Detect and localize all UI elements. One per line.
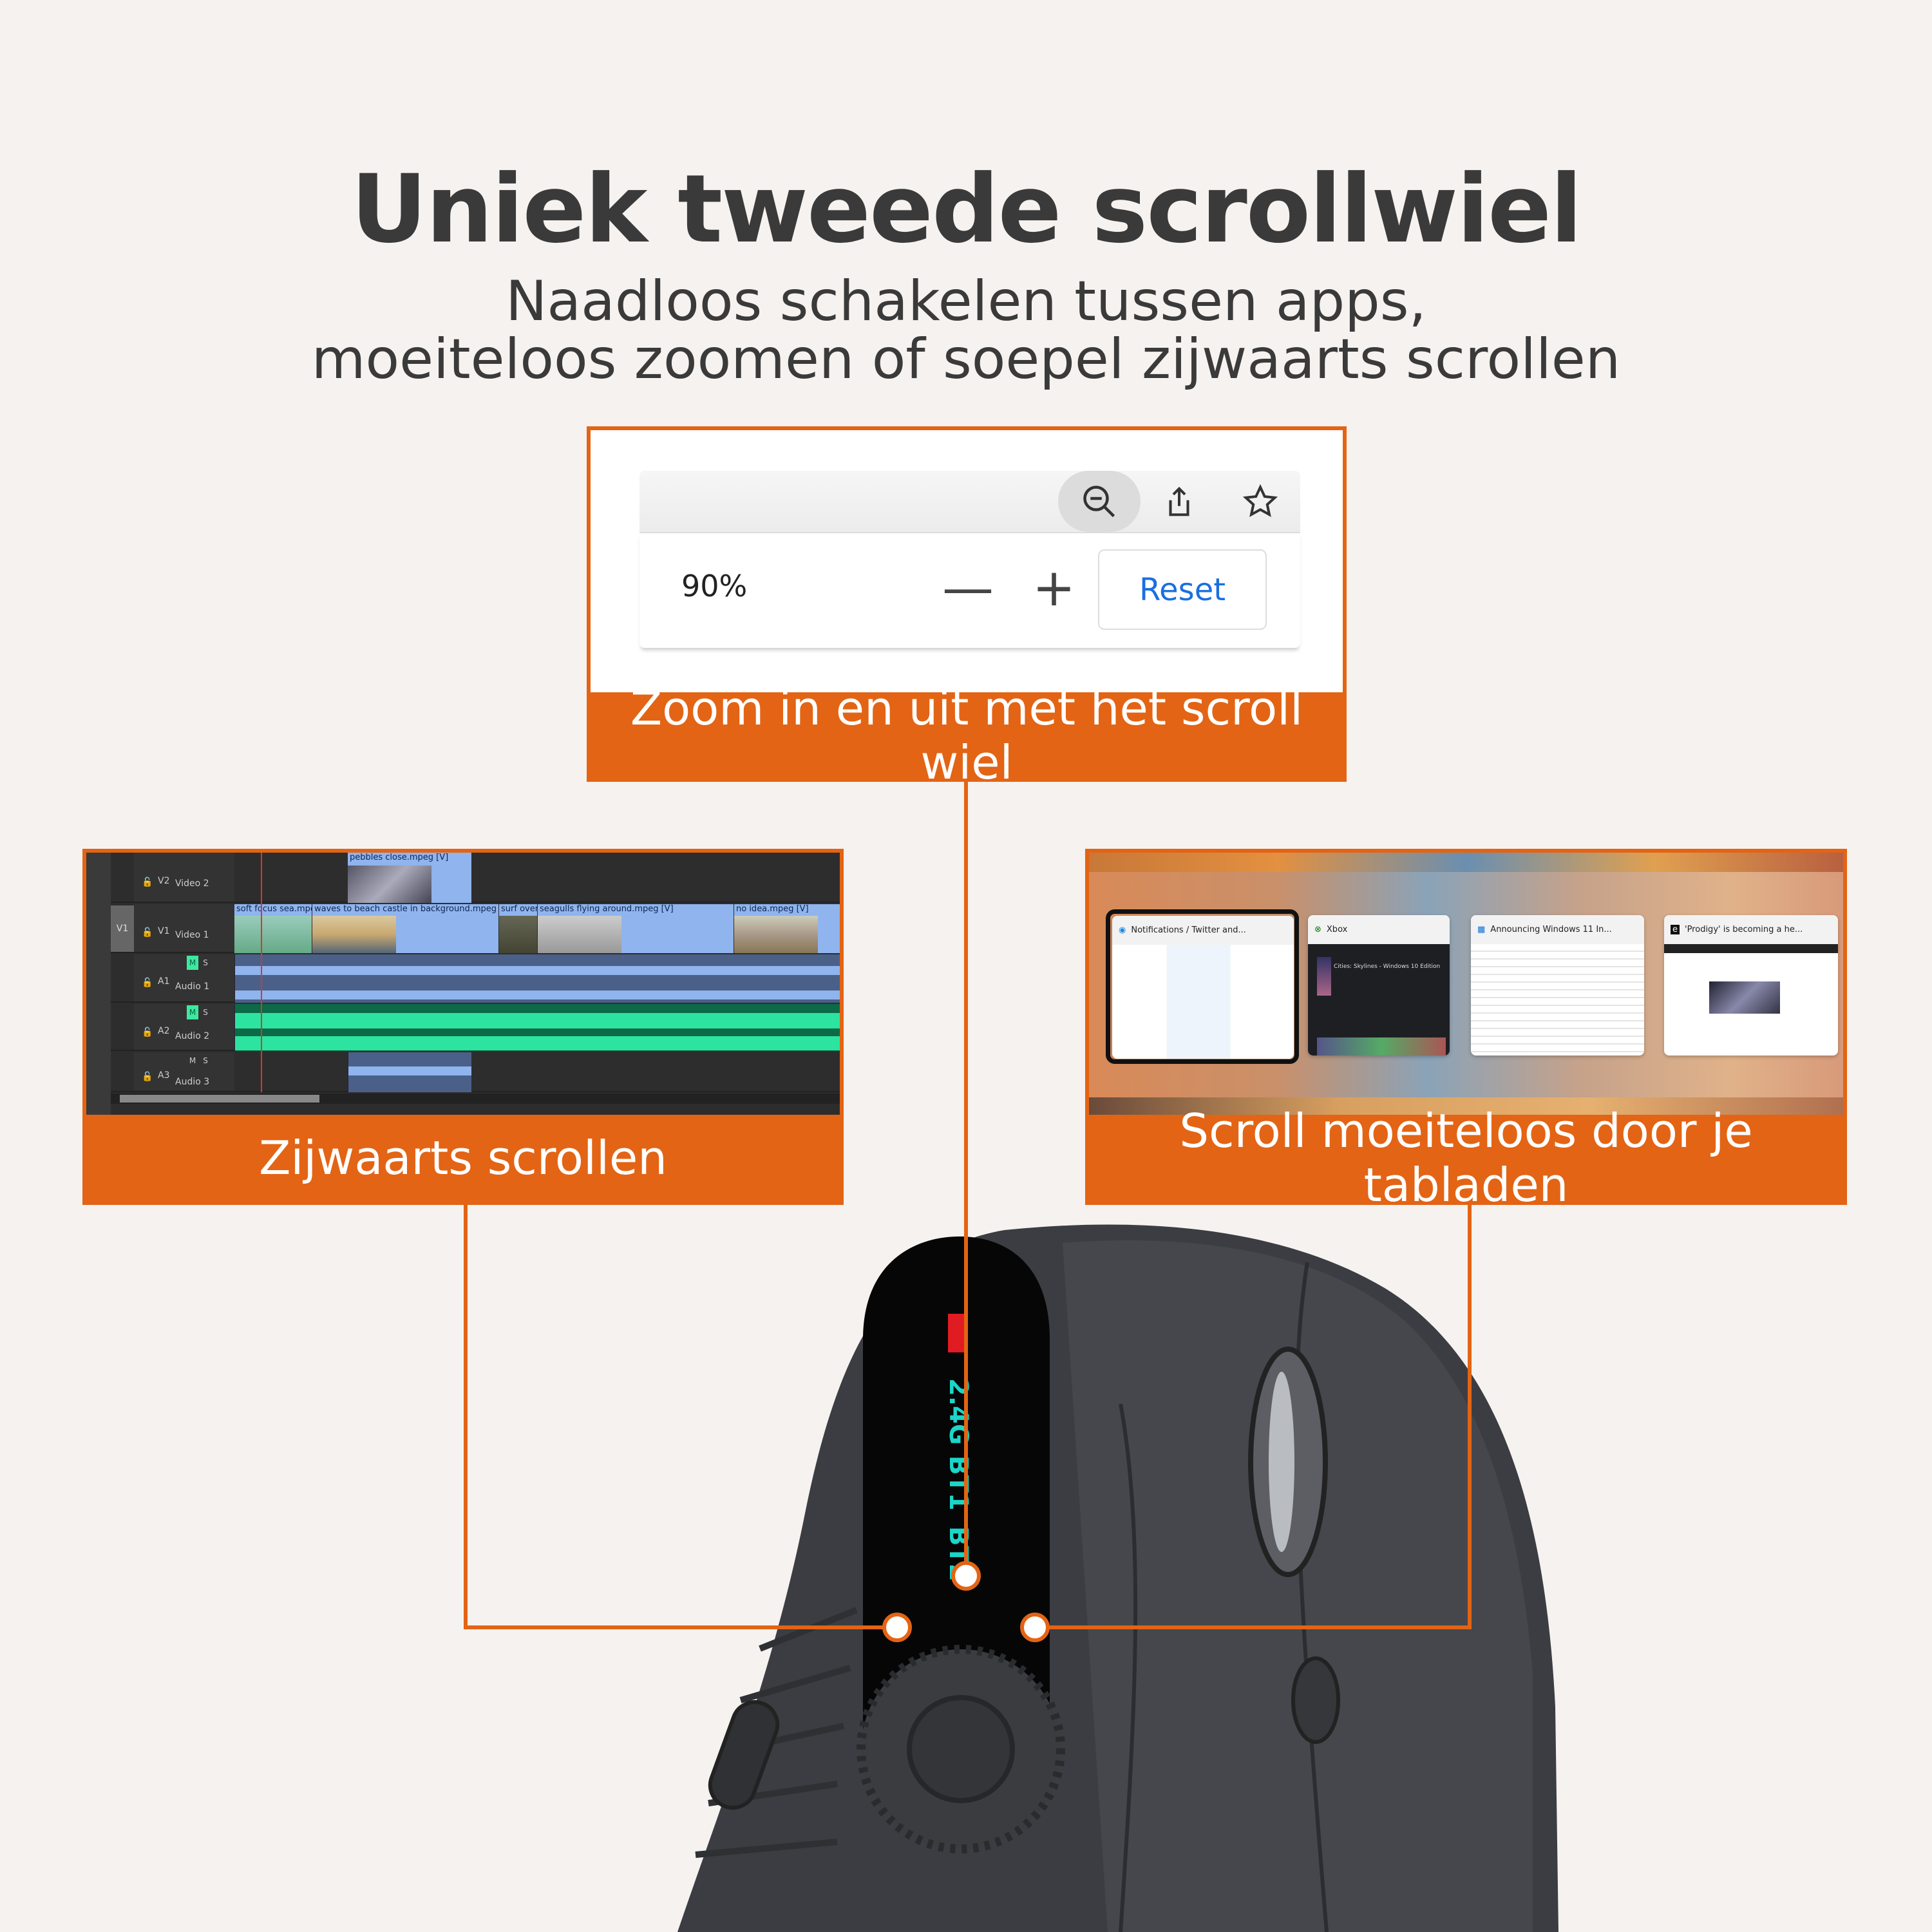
zoom-plus-button[interactable]: + [1032,553,1075,623]
tabs-caption: Scroll moeiteloos door je tabladen [1179,1104,1753,1212]
lock-icon[interactable]: 🔓 [142,877,153,887]
mute-button[interactable]: M [187,1054,198,1068]
lock-icon[interactable]: 🔓 [142,927,153,938]
audio-clip-a2[interactable] [234,1004,840,1051]
dpi-button [1291,1656,1340,1744]
solo-button[interactable]: S [200,956,211,970]
zoom-connector-dot [951,1561,981,1591]
zoom-level: 90% [681,569,748,603]
audio-clip-a3[interactable] [348,1052,471,1092]
tab-card-twitter[interactable]: ◉ Notifications / Twitter and... [1112,916,1294,1059]
clip-seagulls[interactable]: seagulls flying around.mpeg [V] [538,904,734,953]
tab-card-windows[interactable]: ▦ Announcing Windows 11 In... [1471,915,1644,1056]
edge-icon: ◉ [1119,925,1126,935]
indicator-bt1: BT1 [943,1455,973,1511]
tabs-connector-dot [1020,1613,1050,1642]
clip-soft-focus[interactable]: soft focus sea.mpe [234,904,312,953]
clip-no-idea[interactable]: no idea.mpeg [V] [734,904,840,953]
track-v2: 🔓 V2 Video 2 [111,853,840,903]
playhead[interactable] [261,853,262,1092]
reset-button[interactable]: Reset [1098,549,1267,630]
tab-switcher-panel: ◉ Notifications / Twitter and... ⊗ Xbox Ci… [1085,849,1847,1212]
timeline[interactable]: V1 🔓 V2 Video 2 🔓 V1 Video 1 M S 🔓 A1 Audio 1 MS… [86,853,840,1115]
star-icon[interactable] [1229,471,1291,532]
zoom-feature-panel: 90% — + Reset Zoom in en uit met het scr… [587,426,1347,790]
tab-card-engadget[interactable]: e 'Prodigy' is becoming a he... [1664,915,1838,1056]
audio-clip-a1[interactable] [234,954,840,1003]
editor-caption: Zijwaarts scrollen [259,1131,667,1185]
horizontal-scrollbar[interactable] [111,1094,840,1104]
zoom-minus-button[interactable]: — [942,553,994,623]
tab-card-xbox[interactable]: ⊗ Xbox Cities: Skylines - Windows 10 Edit… [1308,915,1450,1056]
solo-button[interactable]: S [200,1005,211,1019]
zoom-caption: Zoom in en uit met het scroll wiel [630,681,1303,790]
scrollbar-thumb[interactable] [120,1095,319,1103]
zoom-out-icon[interactable] [1058,471,1141,532]
mute-button[interactable]: M [187,956,198,970]
share-icon[interactable] [1148,471,1209,532]
clip-surf-over[interactable]: surf over [499,904,537,953]
clip-pebbles[interactable]: pebbles close.mpeg [V] [348,853,471,903]
xbox-icon: ⊗ [1314,925,1321,934]
zoom-popup: 90% — + Reset [639,532,1300,648]
browser-toolbar [639,471,1300,532]
video-editor-panel: V1 🔓 V2 Video 2 🔓 V1 Video 1 M S 🔓 A1 Audio 1 MS… [82,849,844,1205]
indicator-2.4g: 2.4G [943,1378,973,1445]
battery-icon [948,1314,966,1352]
windows-icon: ▦ [1477,925,1486,934]
mute-button[interactable]: M [187,1005,198,1019]
tab-switcher: ◉ Notifications / Twitter and... ⊗ Xbox Ci… [1089,853,1843,1115]
engadget-icon: e [1671,925,1680,934]
solo-button[interactable]: S [200,1054,211,1068]
horizontal-connector-dot [882,1613,912,1642]
clip-waves[interactable]: waves to beach castle in background.mpeg… [312,904,498,953]
track-a3: M S 🔓 A3 Audio 3 [111,1052,840,1092]
